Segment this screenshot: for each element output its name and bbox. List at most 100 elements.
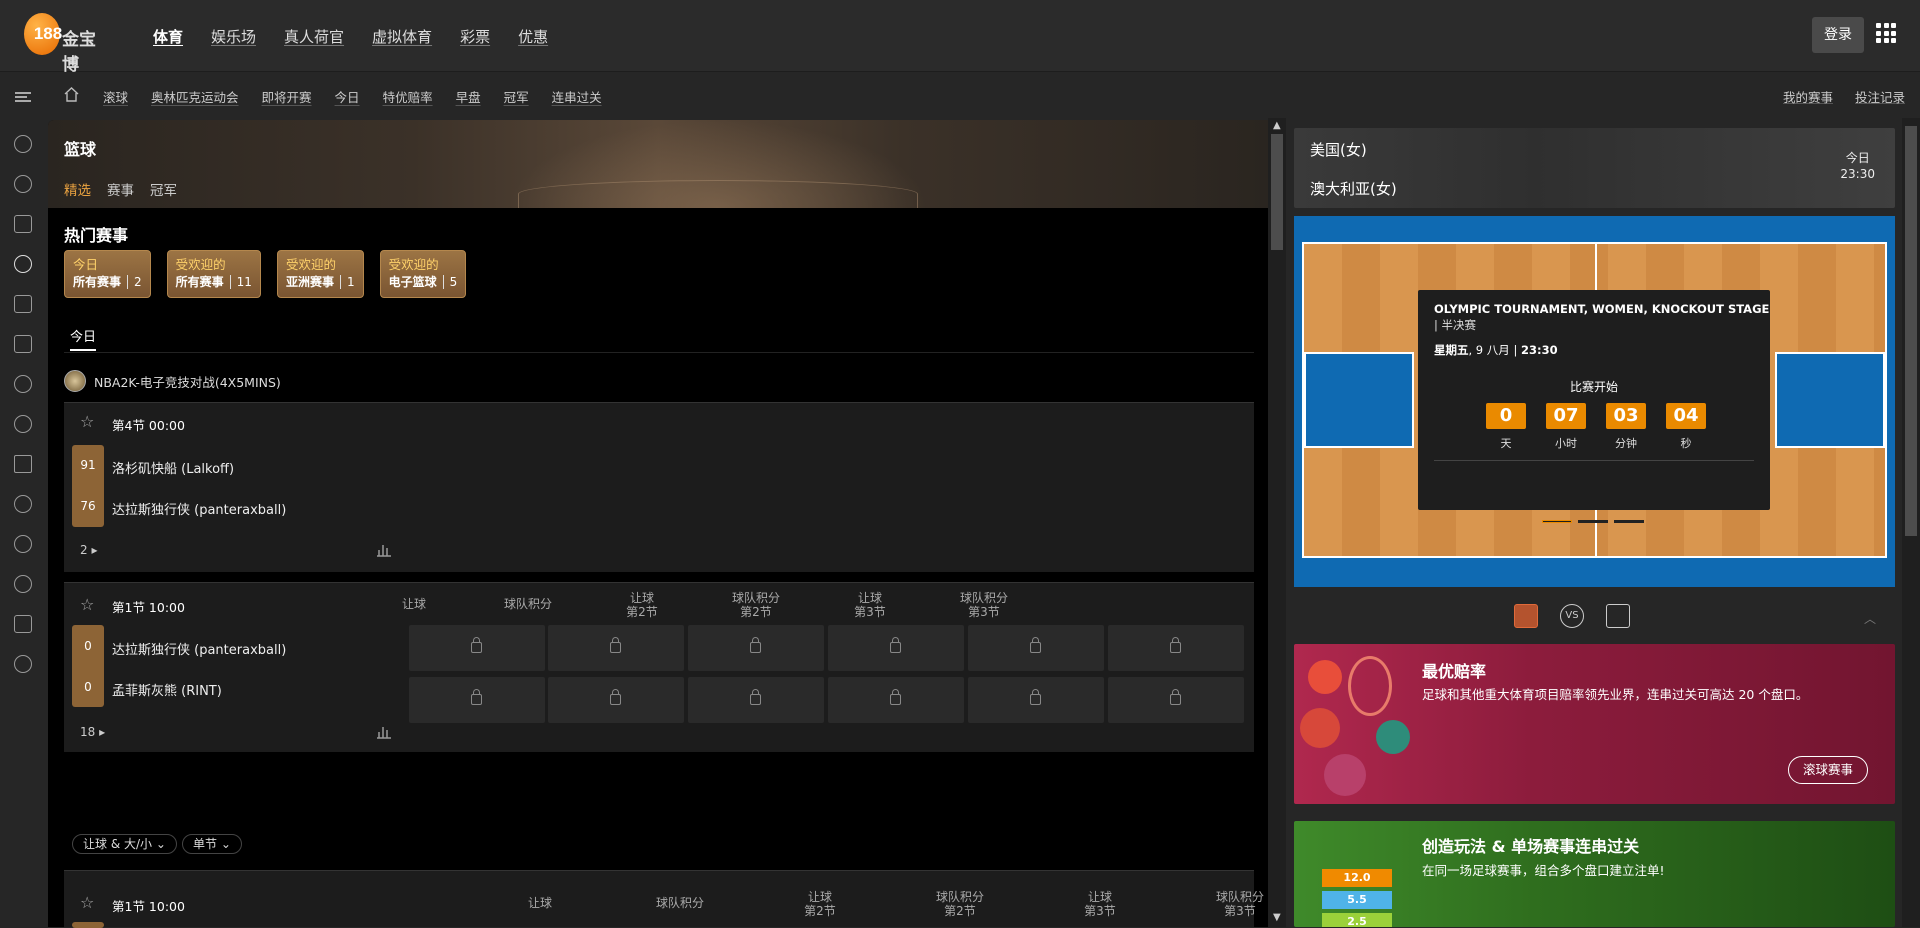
more-markets-count[interactable]: 18 ▸ bbox=[80, 725, 105, 739]
plus-circle-icon[interactable] bbox=[14, 535, 32, 553]
badminton-icon[interactable] bbox=[14, 215, 32, 233]
nav-sports[interactable]: 体育 bbox=[153, 26, 183, 47]
home-team[interactable]: 达拉斯独行侠 (panteraxball) bbox=[112, 639, 286, 658]
tab-matches[interactable]: 赛事 bbox=[107, 179, 134, 199]
stats-chart-icon[interactable] bbox=[376, 725, 392, 739]
logo-text: 金宝博 bbox=[62, 30, 96, 75]
scrollbar-thumb[interactable] bbox=[1271, 134, 1283, 250]
chip-top: 受欢迎的 bbox=[285, 257, 336, 272]
chip-popular-asia[interactable]: 受欢迎的 亚洲赛事 1 bbox=[276, 250, 364, 298]
team-2: 澳大利亚(女) bbox=[1310, 180, 1397, 198]
favorite-star-icon[interactable]: ☆ bbox=[80, 596, 97, 613]
subnav-special-odds[interactable]: 特优赔率 bbox=[383, 87, 433, 106]
main-content: 篮球 精选 赛事 冠军 热门赛事 今日 所有赛事 2 受欢迎的 所有赛事 11 受欢… bbox=[48, 120, 1268, 927]
my-events-link[interactable]: 我的赛事 bbox=[1783, 87, 1833, 106]
nav-lottery[interactable]: 彩票 bbox=[460, 26, 490, 47]
nav-live-dealer[interactable]: 真人荷官 bbox=[284, 26, 344, 47]
rugby-icon[interactable] bbox=[14, 575, 32, 593]
away-team[interactable]: 孟菲斯灰熊 (RINT) bbox=[112, 680, 222, 699]
promo-best-odds[interactable]: 最优赔率 足球和其他重大体育项目赔率领先业界，连串过关可高达 20 个盘口。 滚… bbox=[1294, 644, 1895, 804]
featured-match-header[interactable]: 美国(女) 澳大利亚(女) 今日 23:30 bbox=[1294, 128, 1895, 208]
odds-badge: 12.0 bbox=[1322, 869, 1392, 887]
lock-icon bbox=[750, 637, 761, 653]
col-handicap-q3: 让球 第3节 bbox=[1084, 890, 1116, 918]
more-markets-count[interactable]: 2 ▸ bbox=[80, 543, 97, 557]
carousel-dots bbox=[1542, 520, 1644, 523]
collapse-chevron-icon[interactable]: ︿ bbox=[1864, 610, 1876, 627]
countdown-minutes-label: 分钟 bbox=[1615, 437, 1637, 450]
ticket-icon[interactable] bbox=[14, 495, 32, 513]
lock-icon bbox=[610, 689, 621, 705]
lock-icon bbox=[890, 689, 901, 705]
hamburger-menu-icon[interactable] bbox=[15, 92, 31, 102]
locked-odds-cell bbox=[548, 677, 684, 723]
nav-casino[interactable]: 娱乐场 bbox=[211, 26, 256, 47]
nav-promotions[interactable]: 优惠 bbox=[518, 26, 548, 47]
favorite-star-icon[interactable]: ☆ bbox=[80, 894, 97, 911]
scoreboard-icon[interactable] bbox=[1606, 604, 1630, 628]
tournament-stage: | 半决赛 bbox=[1434, 318, 1477, 332]
soccer-icon[interactable] bbox=[14, 135, 32, 153]
locked-odds-cell bbox=[688, 625, 824, 671]
right-panel-scrollbar[interactable] bbox=[1902, 118, 1920, 927]
divider bbox=[1434, 460, 1754, 461]
basketball-icon[interactable] bbox=[14, 255, 32, 273]
today-tab[interactable]: 今日 bbox=[70, 326, 97, 351]
nav-virtual-sports[interactable]: 虚拟体育 bbox=[372, 26, 432, 47]
home-score: 0 bbox=[84, 639, 92, 653]
esports-icon[interactable] bbox=[14, 655, 32, 673]
logo-mark: 188 bbox=[24, 13, 62, 55]
scroll-down-arrow-icon[interactable]: ▼ bbox=[1273, 912, 1281, 923]
odds-badge: 5.5 bbox=[1322, 891, 1392, 909]
swimming-icon[interactable] bbox=[14, 295, 32, 313]
chip-popular-ebasketball[interactable]: 受欢迎的 电子篮球 5 bbox=[379, 250, 467, 298]
subnav-upcoming[interactable]: 即将开赛 bbox=[262, 87, 312, 106]
lock-icon bbox=[1170, 689, 1181, 705]
trophy-icon[interactable] bbox=[14, 455, 32, 473]
favorite-star-icon[interactable]: ☆ bbox=[80, 413, 97, 430]
period-filter-dropdown[interactable]: 单节 ⌄ bbox=[182, 834, 242, 854]
countdown-hours: 07 bbox=[1546, 403, 1586, 429]
chip-today-all[interactable]: 今日 所有赛事 2 bbox=[64, 250, 151, 298]
vs-icon[interactable]: VS bbox=[1560, 604, 1584, 628]
promo-bet-builder[interactable]: 12.0 5.5 2.5 创造玩法 & 单场赛事连串过关 在同一场足球赛事，组合… bbox=[1294, 821, 1895, 927]
tennis-icon[interactable] bbox=[14, 175, 32, 193]
subnav-parlay[interactable]: 连串过关 bbox=[552, 87, 602, 106]
subnav-early[interactable]: 早盘 bbox=[456, 87, 481, 106]
league-name: NBA2K-电子竞技对战(4X5MINS) bbox=[94, 374, 281, 390]
subnav-today[interactable]: 今日 bbox=[335, 87, 360, 106]
bet-record-link[interactable]: 投注记录 bbox=[1855, 87, 1905, 106]
shuttlecock-icon[interactable] bbox=[14, 335, 32, 353]
live-events-button[interactable]: 滚球赛事 bbox=[1788, 756, 1869, 784]
court-view-icon[interactable] bbox=[1514, 604, 1538, 628]
carousel-dot[interactable] bbox=[1542, 520, 1572, 523]
match-info-popup: OLYMPIC TOURNAMENT, WOMEN, KNOCKOUT STAG… bbox=[1418, 290, 1770, 510]
home-team[interactable]: 洛杉矶快船 (Lalkoff) bbox=[112, 458, 234, 477]
subnav-outright[interactable]: 冠军 bbox=[504, 87, 529, 106]
main-scrollbar[interactable]: ▲ ▼ bbox=[1268, 118, 1286, 927]
market-filter-dropdown[interactable]: 让球 & 大/小 ⌄ bbox=[72, 834, 177, 854]
match-date: 星期五, 9 八月 | 23:30 bbox=[1434, 343, 1558, 357]
stats-chart-icon[interactable] bbox=[376, 543, 392, 557]
site-logo[interactable]: 188 金宝博 bbox=[24, 13, 106, 75]
away-team[interactable]: 达拉斯独行侠 (panteraxball) bbox=[112, 499, 286, 518]
league-header[interactable]: NBA2K-电子竞技对战(4X5MINS) bbox=[64, 370, 281, 392]
carousel-dot[interactable] bbox=[1614, 520, 1644, 523]
boxing-icon[interactable] bbox=[14, 615, 32, 633]
cycling-icon[interactable] bbox=[14, 415, 32, 433]
tab-outright[interactable]: 冠军 bbox=[150, 179, 177, 199]
scrollbar-thumb[interactable] bbox=[1905, 126, 1917, 536]
subnav-olympics[interactable]: 奥林匹克运动会 bbox=[151, 87, 239, 106]
login-button[interactable]: 登录 bbox=[1812, 17, 1864, 53]
main-nav: 体育 娱乐场 真人荷官 虚拟体育 彩票 优惠 bbox=[153, 26, 548, 47]
scroll-up-arrow-icon[interactable]: ▲ bbox=[1273, 120, 1281, 131]
chip-popular-all[interactable]: 受欢迎的 所有赛事 11 bbox=[166, 250, 261, 298]
apps-grid-icon[interactable] bbox=[1876, 23, 1896, 43]
volleyball-icon[interactable] bbox=[14, 375, 32, 393]
locked-odds-cell bbox=[1108, 625, 1244, 671]
home-icon[interactable] bbox=[63, 86, 80, 103]
subnav-live[interactable]: 滚球 bbox=[103, 87, 128, 106]
carousel-dot[interactable] bbox=[1578, 520, 1608, 523]
odds-stack-illustration: 12.0 5.5 2.5 bbox=[1322, 869, 1392, 927]
tab-featured[interactable]: 精选 bbox=[64, 179, 91, 199]
